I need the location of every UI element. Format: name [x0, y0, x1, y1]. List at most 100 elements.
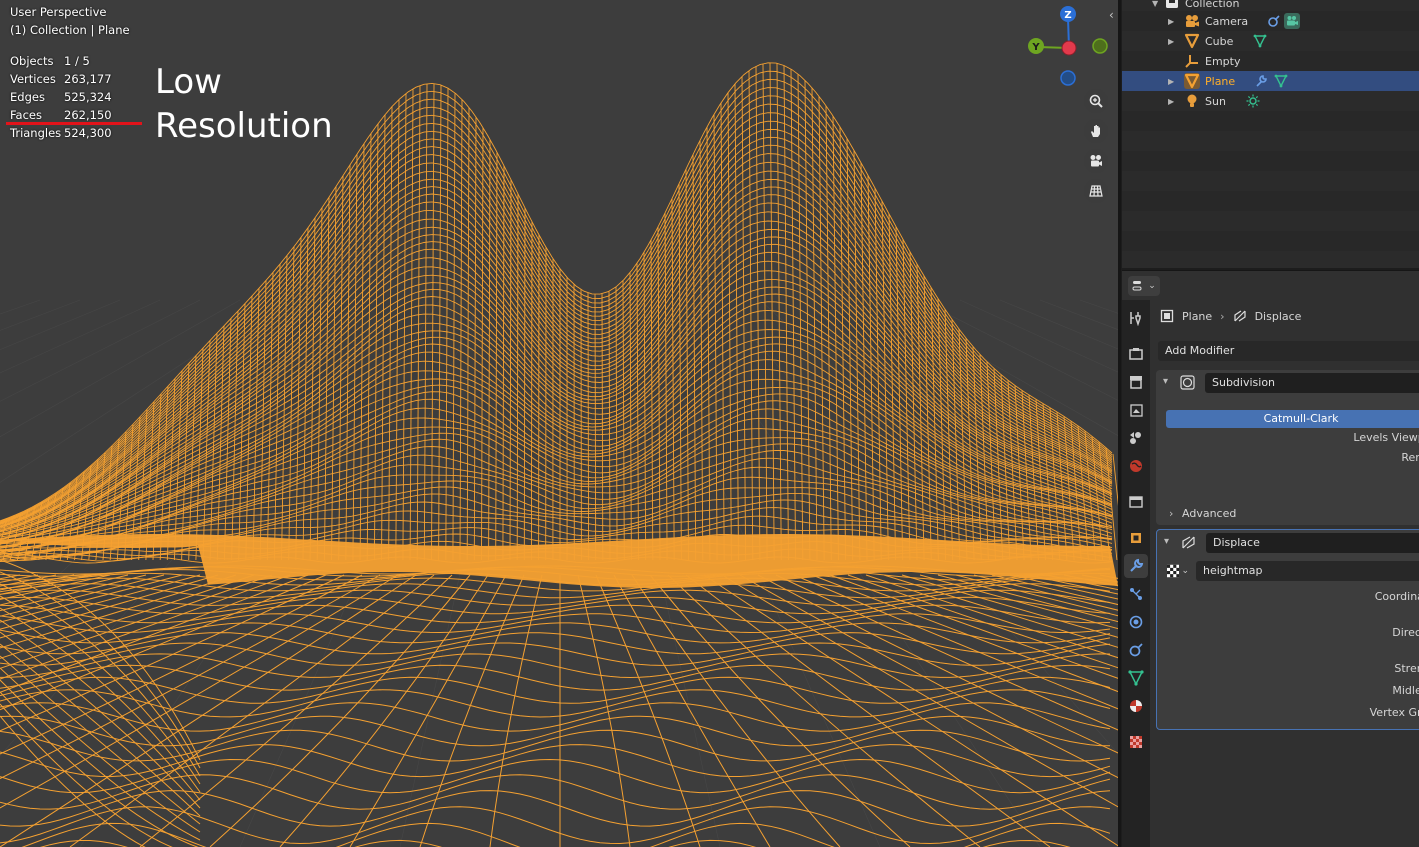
texture-browse-button[interactable]: ⌄: [1167, 562, 1189, 580]
subdivision-header: ▾ Subdivision: [1156, 370, 1419, 396]
tab-world[interactable]: [1124, 454, 1148, 478]
stat-objects: Objects 1 / 5: [10, 54, 90, 68]
tab-output[interactable]: [1124, 370, 1148, 394]
editor-type-button[interactable]: ⌄: [1128, 276, 1160, 296]
midlevel-label: Midleve: [1392, 684, 1419, 697]
object-icon: [1131, 533, 1141, 543]
expand-arrow-icon[interactable]: ▶: [1168, 97, 1174, 106]
outliner-item-empty[interactable]: Empty: [1122, 51, 1419, 71]
3d-viewport[interactable]: User Perspective (1) Collection | Plane …: [0, 0, 1118, 847]
expand-arrow-icon[interactable]: ▶: [1168, 37, 1174, 46]
outliner-item-cube[interactable]: ▶ Cube: [1122, 31, 1419, 51]
expand-arrow-icon[interactable]: ▶: [1168, 17, 1174, 26]
mesh-data-icon[interactable]: [1252, 33, 1268, 49]
breadcrumb-modifier: Displace: [1254, 309, 1302, 323]
tool-icon: [1130, 312, 1141, 326]
tab-collection[interactable]: [1124, 490, 1148, 514]
add-modifier-button[interactable]: Add Modifier: [1158, 341, 1419, 361]
catmull-clark-button[interactable]: Catmull-Clark: [1166, 410, 1419, 428]
outliner-empty-row: [1122, 231, 1419, 251]
displace-name-field[interactable]: Displace: [1206, 533, 1419, 553]
collapse-chevron-icon[interactable]: ▾: [1164, 536, 1169, 547]
render-icon: [1129, 348, 1143, 360]
camera-data-icon[interactable]: [1284, 13, 1300, 29]
tab-modifiers[interactable]: [1124, 554, 1148, 578]
tab-physics[interactable]: [1124, 610, 1148, 634]
constraint-icon: [1129, 643, 1143, 657]
chevron-down-icon: ⌄: [1181, 566, 1189, 576]
outliner-item-plane[interactable]: ▶ Plane: [1122, 71, 1419, 91]
subdivision-modifier-panel: ▾ Subdivision Catmull-Clark Levels Viewp…: [1156, 370, 1419, 525]
camera-view-icon[interactable]: [1084, 149, 1108, 173]
direction-label: Directio: [1392, 626, 1419, 639]
sun-data-icon[interactable]: [1245, 93, 1261, 109]
modifier-wrench-icon[interactable]: [1253, 73, 1269, 89]
chevron-right-icon: ›: [1169, 507, 1174, 520]
stat-vertices: Vertices 263,177: [10, 72, 112, 86]
outliner-empty-row: [1122, 131, 1419, 151]
collection-icon: [1129, 496, 1143, 508]
outliner-item-camera[interactable]: ▶ Camera: [1122, 11, 1419, 31]
expand-triangle-icon[interactable]: ▼: [1152, 0, 1158, 8]
tab-scene[interactable]: [1124, 426, 1148, 450]
coordinates-label: Coordinate: [1374, 590, 1419, 603]
collection-icon: [1164, 0, 1180, 11]
outliner-empty-row: [1122, 251, 1419, 268]
gizmo-x-axis[interactable]: [1061, 40, 1077, 56]
tab-view-layer[interactable]: [1124, 398, 1148, 422]
particles-icon: [1130, 588, 1142, 600]
texture-name-field[interactable]: heightmap: [1196, 561, 1419, 581]
outliner-empty-row: [1122, 191, 1419, 211]
pan-hand-icon[interactable]: [1084, 119, 1108, 143]
area-divider[interactable]: [1118, 0, 1121, 847]
scene-statistics: Objects 1 / 5 Vertices 263,177 Edges 525,32…: [10, 52, 112, 142]
camera-object-icon: [1184, 13, 1200, 29]
outliner-empty-row: [1122, 211, 1419, 231]
tab-object[interactable]: [1124, 526, 1148, 550]
outliner-empty-row: [1122, 111, 1419, 131]
tab-constraints[interactable]: [1124, 638, 1148, 662]
mesh-object-icon: [1184, 73, 1200, 89]
collapse-chevron-icon[interactable]: ▾: [1163, 376, 1168, 387]
gizmo-neg-z-axis[interactable]: [1060, 70, 1076, 86]
outliner-item-sun[interactable]: ▶ Sun: [1122, 91, 1419, 111]
vertex-group-label: Vertex Grou: [1369, 706, 1419, 719]
checker-texture-icon: [1167, 564, 1180, 578]
grid-ortho-icon[interactable]: [1084, 179, 1108, 203]
wrench-icon: [1130, 558, 1144, 572]
displace-modifier-icon: [1233, 310, 1246, 322]
subdivision-name-field[interactable]: Subdivision: [1205, 373, 1419, 393]
outliner-panel[interactable]: ▼ Collection ▶ Camera ▶ Cube Empty ▶ Pla…: [1122, 0, 1419, 268]
texture-icon: [1130, 736, 1142, 748]
light-object-icon: [1184, 93, 1200, 109]
tab-material[interactable]: [1124, 694, 1148, 718]
expand-arrow-icon[interactable]: ▶: [1168, 77, 1174, 86]
breadcrumb: Plane › Displace: [1160, 308, 1301, 324]
strength-label: Strengt: [1394, 662, 1419, 675]
object-icon: [1160, 309, 1174, 323]
outliner-empty-row: [1122, 151, 1419, 171]
properties-tabs: [1122, 300, 1150, 847]
subdivision-modifier-icon: [1180, 375, 1195, 393]
zoom-icon[interactable]: [1084, 89, 1108, 113]
tab-tool[interactable]: [1124, 306, 1148, 330]
tab-render[interactable]: [1124, 342, 1148, 366]
levels-viewport-label: Levels Viewpor: [1353, 431, 1419, 444]
tab-data[interactable]: [1124, 666, 1148, 690]
tab-texture[interactable]: [1124, 730, 1148, 754]
world-icon: [1130, 460, 1142, 472]
mesh-object-icon: [1184, 33, 1200, 49]
displace-header: ▾ Displace: [1157, 530, 1419, 556]
sidebar-toggle-icon[interactable]: ‹: [1109, 8, 1114, 22]
gizmo-neg-y-axis[interactable]: [1092, 38, 1108, 54]
displace-modifier-panel: ▾ Displace ⌄ heightmap Coordinate Direct…: [1156, 529, 1419, 730]
stat-edges: Edges 525,324: [10, 90, 112, 104]
svg-text:Z: Z: [1064, 10, 1071, 21]
empty-object-icon: [1184, 53, 1200, 69]
advanced-subpanel[interactable]: › Advanced: [1169, 507, 1236, 520]
mesh-data-icon[interactable]: [1273, 73, 1289, 89]
tab-particles[interactable]: [1124, 582, 1148, 606]
physics-icon: [1129, 615, 1143, 629]
camera-constraint-icon[interactable]: [1266, 13, 1282, 29]
navigation-gizmo[interactable]: Z Y: [1026, 4, 1116, 94]
